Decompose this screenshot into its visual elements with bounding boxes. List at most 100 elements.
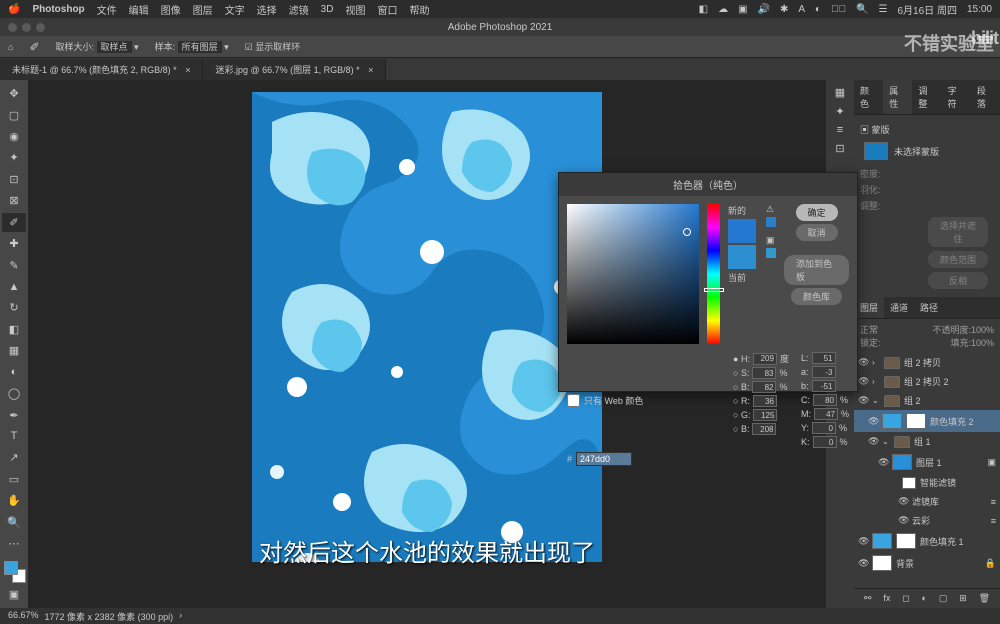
visibility-icon[interactable]: 👁 — [858, 536, 868, 547]
menu-image[interactable]: 图像 — [161, 2, 181, 17]
close-icon[interactable] — [8, 23, 17, 32]
y-input[interactable]: Y:% — [801, 422, 849, 434]
menu-help[interactable]: 帮助 — [409, 2, 429, 17]
ok-button[interactable]: 确定 — [796, 204, 838, 221]
quickmask-tool[interactable]: ▣ — [2, 585, 26, 604]
home-icon[interactable]: ⌂ — [8, 42, 13, 52]
close-icon[interactable]: × — [368, 65, 373, 75]
layer-group[interactable]: 👁⌄组 1 — [854, 432, 1000, 451]
layer-thumbnail[interactable] — [872, 555, 892, 571]
visibility-icon[interactable]: 👁 — [898, 496, 908, 507]
mask-thumbnail[interactable] — [896, 533, 916, 549]
menubar-icon[interactable]: ☁ — [718, 4, 728, 15]
add-swatch-button[interactable]: 添加到色板 — [784, 255, 849, 285]
hue-slider[interactable] — [707, 204, 720, 344]
new-layer-icon[interactable]: ⊞ — [959, 593, 967, 604]
visibility-icon[interactable]: 👁 — [858, 357, 868, 368]
k-input[interactable]: K:% — [801, 436, 849, 448]
gradient-tool[interactable]: ▦ — [2, 341, 26, 360]
red-input[interactable]: ○ R: — [733, 395, 789, 407]
menubar-icon[interactable]: ◐ — [815, 4, 821, 15]
invert-button[interactable]: 反相 — [928, 272, 988, 289]
zoom-level[interactable]: 66.67% — [8, 610, 39, 622]
more-tools[interactable]: ⋯ — [2, 534, 26, 553]
visibility-icon[interactable]: 👁 — [858, 395, 868, 406]
menu-text[interactable]: 文字 — [225, 2, 245, 17]
menu-3d[interactable]: 3D — [321, 4, 334, 15]
link-icon[interactable]: ⚯ — [864, 593, 872, 604]
tab-properties[interactable]: 属性 — [883, 80, 912, 114]
visibility-icon[interactable]: 👁 — [858, 376, 868, 387]
wifi-icon[interactable]: �᷍ — [831, 4, 846, 15]
menu-layer[interactable]: 图层 — [193, 2, 213, 17]
hex-input[interactable] — [576, 452, 632, 466]
visibility-icon[interactable]: 👁 — [898, 515, 908, 526]
group-icon[interactable]: ▢ — [939, 593, 948, 604]
pen-tool[interactable]: ✒ — [2, 405, 26, 424]
close-icon[interactable]: × — [185, 65, 190, 75]
color-field[interactable] — [567, 204, 699, 344]
layer-thumbnail[interactable] — [892, 454, 912, 470]
frame-tool[interactable]: ⊠ — [2, 191, 26, 210]
layer-fill[interactable]: 👁颜色填充 2 — [854, 410, 1000, 432]
opt-show-ring[interactable]: ☑ 显示取样环 — [245, 40, 301, 53]
stamp-tool[interactable]: ▲ — [2, 277, 26, 296]
crop-tool[interactable]: ⊡ — [2, 170, 26, 189]
a-input[interactable]: a: — [801, 366, 849, 378]
path-tool[interactable]: ↗ — [2, 448, 26, 467]
panel-icon[interactable]: ≡ — [837, 124, 843, 136]
menubar-time[interactable]: 15:00 — [967, 4, 992, 15]
eyedropper-tool[interactable]: ✐ — [2, 213, 26, 232]
heal-tool[interactable]: ✚ — [2, 234, 26, 253]
blue-input[interactable]: ○ B: — [733, 423, 789, 435]
menu-edit[interactable]: 编辑 — [129, 2, 149, 17]
cube-icon[interactable]: ▣ — [766, 235, 776, 246]
document-tab[interactable]: 未标题-1 @ 66.7% (颜色填充 2, RGB/8) * × — [0, 59, 203, 80]
menubar-icon[interactable]: ◧ — [699, 4, 708, 15]
l-input[interactable]: L: — [801, 352, 849, 364]
menubar-icon[interactable]: ▣ — [738, 4, 747, 15]
layer-background[interactable]: 👁背景🔒 — [854, 552, 1000, 574]
current-color-swatch[interactable] — [728, 245, 756, 269]
web-only-checkbox[interactable] — [567, 394, 580, 407]
m-input[interactable]: M:% — [801, 408, 849, 420]
color-swatches[interactable] — [2, 559, 26, 582]
mask-thumbnail[interactable] — [864, 142, 888, 160]
layer-thumbnail[interactable] — [872, 533, 892, 549]
visibility-icon[interactable]: 👁 — [868, 416, 878, 427]
warning-icon[interactable]: ⚠ — [766, 204, 776, 215]
lasso-tool[interactable]: ◉ — [2, 127, 26, 146]
tab-para[interactable]: 段落 — [971, 80, 1000, 114]
control-center-icon[interactable]: ☰ — [879, 4, 888, 15]
select-subject-button[interactable]: 选择并遮住 — [928, 217, 988, 247]
menubar-icon[interactable]: A — [798, 4, 805, 15]
search-icon[interactable]: 🔍 — [856, 4, 868, 15]
minimize-icon[interactable] — [22, 23, 31, 32]
layer-fill[interactable]: 👁颜色填充 1 — [854, 530, 1000, 552]
apple-icon[interactable]: 🍎 — [8, 4, 20, 15]
menu-window[interactable]: 窗口 — [377, 2, 397, 17]
menubar-icon[interactable]: 🔊 — [758, 4, 770, 15]
trash-icon[interactable]: 🗑 — [979, 593, 990, 604]
eraser-tool[interactable]: ◧ — [2, 320, 26, 339]
color-range-button[interactable]: 颜色范围 — [928, 251, 988, 268]
green-input[interactable]: ○ G: — [733, 409, 789, 421]
layer-item[interactable]: 👁图层 1▣ — [854, 451, 1000, 473]
mask-thumbnail[interactable] — [906, 413, 926, 429]
blur-tool[interactable]: ◐ — [2, 362, 26, 381]
smart-filters[interactable]: 智能滤镜 — [854, 473, 1000, 492]
c-input[interactable]: C:% — [801, 394, 849, 406]
eyedropper-icon[interactable]: ✐ — [29, 40, 39, 54]
layer-thumbnail[interactable] — [882, 413, 902, 429]
web-color-swatch[interactable] — [766, 248, 776, 258]
zoom-icon[interactable] — [36, 23, 45, 32]
dodge-tool[interactable]: ◯ — [2, 384, 26, 403]
hue-input[interactable]: ● H:度 — [733, 352, 789, 365]
panel-icon[interactable]: ⊡ — [835, 142, 844, 155]
tab-paths[interactable]: 路径 — [914, 297, 944, 318]
color-cursor[interactable] — [683, 228, 691, 236]
visibility-icon[interactable]: 👁 — [868, 436, 878, 447]
document-tab[interactable]: 迷彩.jpg @ 66.7% (图层 1, RGB/8) * × — [203, 59, 386, 80]
menu-file[interactable]: 文件 — [97, 2, 117, 17]
sat-input[interactable]: ○ S:% — [733, 367, 789, 379]
